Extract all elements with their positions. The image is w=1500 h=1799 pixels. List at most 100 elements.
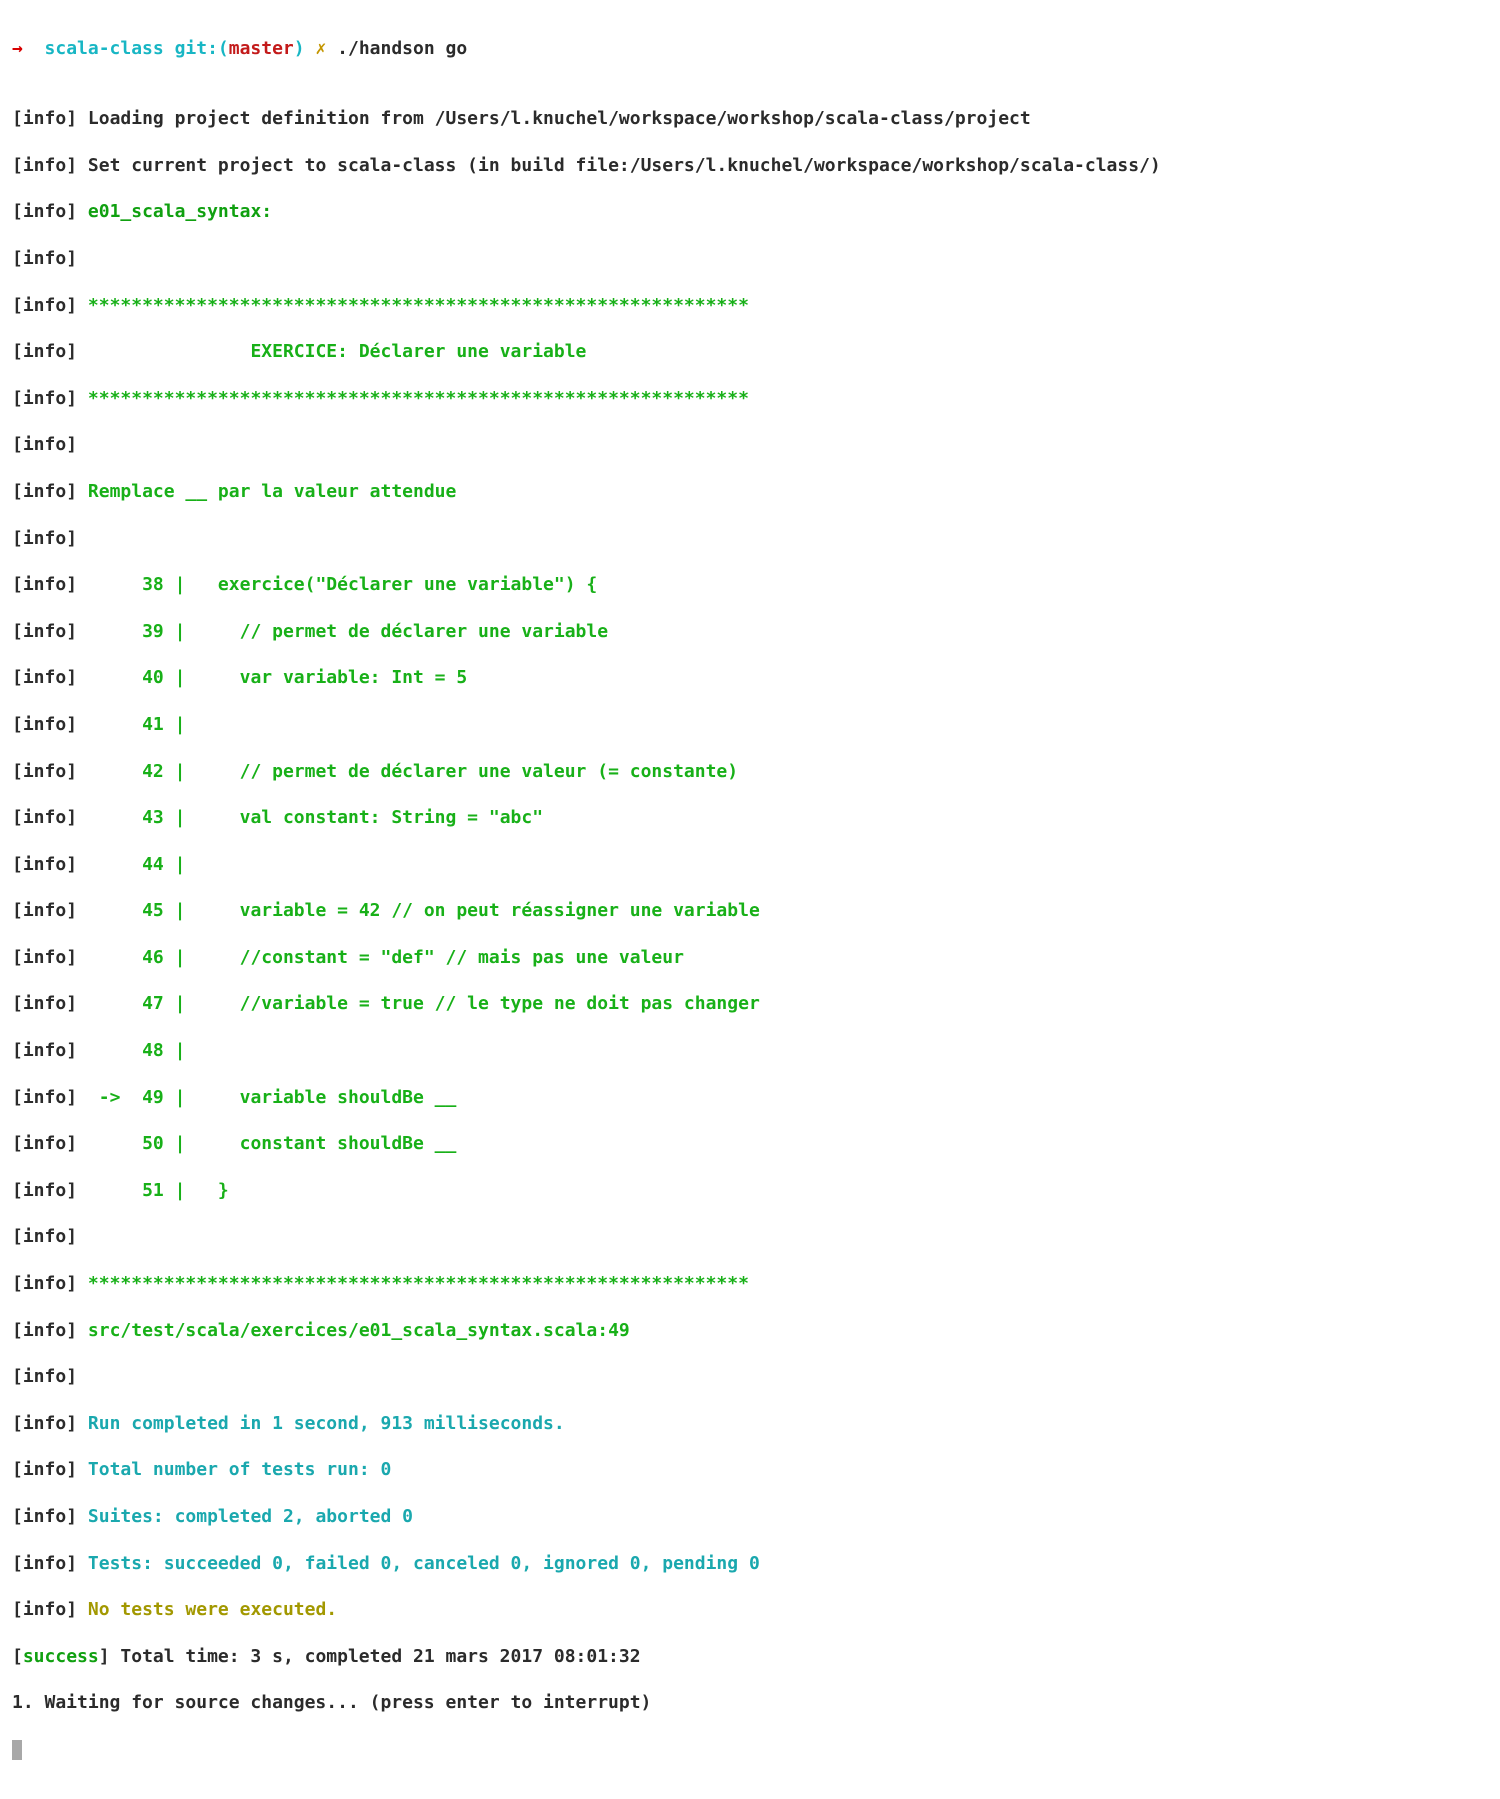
info-tag: info [23,1506,66,1527]
cursor-line[interactable] [12,1738,1488,1761]
code-line: 46 | //constant = "def" // mais pas une … [88,947,684,968]
log-line: [info] 48 | [12,1039,1488,1062]
bracket: [ [12,1040,23,1061]
code-line: 40 | var variable: Int = 5 [88,667,467,688]
bracket: ] [66,1366,88,1387]
stars-line: ****************************************… [88,295,749,316]
bracket: [ [12,201,23,222]
log-text: Loading project definition from /Users/l… [88,108,1031,129]
log-line: [info] 42 | // permet de déclarer une va… [12,760,1488,783]
log-line: [info] Suites: completed 2, aborted 0 [12,1505,1488,1528]
bracket: [ [12,574,23,595]
info-tag: info [23,667,66,688]
prompt-dir: scala-class [45,38,175,59]
bracket: ] [66,621,88,642]
replace-text: Remplace __ par la valeur attendue [88,481,456,502]
bracket: ] [66,108,88,129]
bracket: [ [12,434,23,455]
bracket: [ [12,900,23,921]
prompt-line[interactable]: → scala-class git:(master) ✗ ./handson g… [12,37,1488,60]
run-completed: Run completed in 1 second, 913 milliseco… [88,1413,565,1434]
bracket: [ [12,1320,23,1341]
code-line: 38 | exercice("Déclarer une variable") { [88,574,597,595]
bracket: ] [66,201,88,222]
code-line: 48 | [88,1040,186,1061]
bracket: ] [66,900,88,921]
info-tag: info [23,295,66,316]
bracket: [ [12,714,23,735]
code-line: 43 | val constant: String = "abc" [88,807,543,828]
bracket: [ [12,1646,23,1667]
code-line: 41 | [88,714,186,735]
info-tag: info [23,947,66,968]
bracket: [ [12,155,23,176]
code-line: 51 | } [88,1180,229,1201]
info-tag: info [23,1040,66,1061]
bracket: ] [66,761,88,782]
prompt-arrow: → [12,38,45,59]
bracket: ] [66,854,88,875]
command-text: ./handson go [337,38,467,59]
log-line: [info] 40 | var variable: Int = 5 [12,666,1488,689]
info-tag: info [23,528,66,549]
waiting-text: 1. Waiting for source changes... (press … [12,1692,651,1713]
no-tests: No tests were executed. [88,1599,337,1620]
bracket: ] [66,248,88,269]
bracket: [ [12,1553,23,1574]
code-line: 47 | //variable = true // le type ne doi… [88,993,760,1014]
log-line: [info] 47 | //variable = true // le type… [12,992,1488,1015]
bracket: [ [12,993,23,1014]
bracket: [ [12,1413,23,1434]
bracket: ] [66,1320,88,1341]
bracket: ] [66,1087,88,1108]
log-line: [info] Total number of tests run: 0 [12,1458,1488,1481]
info-tag: info [23,1553,66,1574]
bracket: ] [66,1180,88,1201]
log-line: [info] 39 | // permet de déclarer une va… [12,620,1488,643]
bracket: ] [66,1040,88,1061]
info-tag: info [23,155,66,176]
log-line: [success] Total time: 3 s, completed 21 … [12,1645,1488,1668]
suites-count: Suites: completed 2, aborted 0 [88,1506,413,1527]
terminal-output[interactable]: → scala-class git:(master) ✗ ./handson g… [0,0,1500,1799]
bracket: [ [12,1273,23,1294]
code-line: 45 | variable = 42 // on peut réassigner… [88,900,760,921]
log-line: [info] 44 | [12,853,1488,876]
log-line: [info] EXERCICE: Déclarer une variable [12,340,1488,363]
exercise-title: EXERCICE: Déclarer une variable [88,341,587,362]
log-line: [info] 46 | //constant = "def" // mais p… [12,946,1488,969]
log-line: [info] Run completed in 1 second, 913 mi… [12,1412,1488,1435]
bracket: ] [66,388,88,409]
bracket: [ [12,295,23,316]
total-tests: Total number of tests run: 0 [88,1459,391,1480]
log-line: [info] src/test/scala/exercices/e01_scal… [12,1319,1488,1342]
info-tag: info [23,341,66,362]
info-tag: info [23,1599,66,1620]
stars-line: ****************************************… [88,388,749,409]
log-line: [info] Set current project to scala-clas… [12,154,1488,177]
bracket: [ [12,481,23,502]
log-line: [info] [12,1225,1488,1248]
info-tag: info [23,714,66,735]
log-line: [info] [12,527,1488,550]
info-tag: info [23,1273,66,1294]
code-line: 39 | // permet de déclarer une variable [88,621,608,642]
git-suffix: ) [294,38,316,59]
info-tag: info [23,1413,66,1434]
info-tag: info [23,434,66,455]
bracket: [ [12,854,23,875]
bracket: ] [66,667,88,688]
info-tag: info [23,761,66,782]
log-line: [info] Remplace __ par la valeur attendu… [12,480,1488,503]
bracket: ] [66,155,88,176]
log-line: [info] 50 | constant shouldBe __ [12,1132,1488,1155]
log-line: [info] [12,1365,1488,1388]
bracket: ] [66,1506,88,1527]
info-tag: info [23,1133,66,1154]
info-tag: info [23,993,66,1014]
bracket: ] [66,528,88,549]
bracket: ] [66,574,88,595]
cursor-block[interactable] [12,1740,22,1760]
bracket: ] [66,1133,88,1154]
bracket: [ [12,1133,23,1154]
